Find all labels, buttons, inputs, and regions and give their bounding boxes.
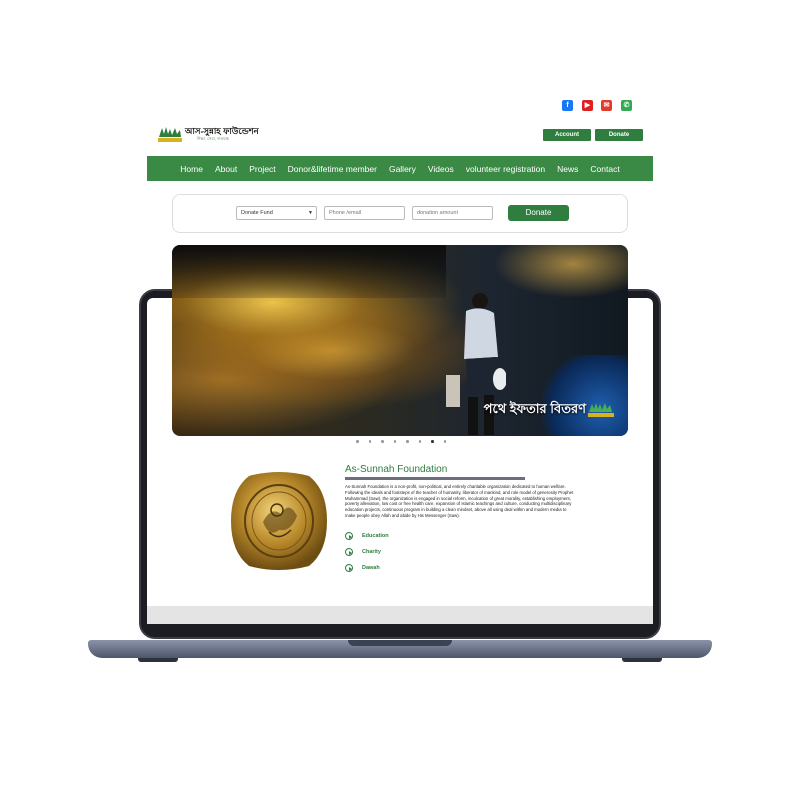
site-logo[interactable]: আস-সুন্নাহ ফাউন্ডেশন শিক্ষা, সেবা, দাওয়… bbox=[157, 125, 259, 143]
nav-home[interactable]: Home bbox=[180, 164, 203, 174]
about-title: As-Sunnah Foundation bbox=[345, 464, 448, 475]
slider-dot[interactable] bbox=[443, 440, 446, 443]
feature-label: Dawah bbox=[362, 565, 380, 571]
facebook-icon[interactable]: f bbox=[562, 100, 573, 111]
slider-dot[interactable] bbox=[418, 440, 421, 443]
nav-gallery[interactable]: Gallery bbox=[389, 164, 416, 174]
phone-icon[interactable]: ✆ bbox=[621, 100, 632, 111]
phone-email-input[interactable]: Phone /email bbox=[324, 206, 405, 220]
nav-donor-lifetime-member[interactable]: Donor&lifetime member bbox=[288, 164, 377, 174]
hero-caption: পথে ইফতার বিতরণ bbox=[483, 401, 586, 416]
hero-background-person bbox=[538, 355, 628, 436]
laptop-foot-right bbox=[622, 658, 662, 662]
feature-education[interactable]: Education bbox=[345, 531, 389, 541]
feature-charity[interactable]: Charity bbox=[345, 547, 381, 557]
fund-select[interactable]: Donate Fund ▼ bbox=[236, 206, 317, 220]
hero-slide-image[interactable]: পথে ইফতার বিতরণ bbox=[172, 245, 628, 436]
logo-mark-icon bbox=[158, 127, 182, 142]
feature-dawah[interactable]: Dawah bbox=[345, 563, 380, 573]
slider-dot[interactable] bbox=[393, 440, 396, 443]
slider-dots bbox=[356, 440, 446, 443]
nav-project[interactable]: Project bbox=[249, 164, 275, 174]
fund-select-value: Donate Fund bbox=[241, 210, 273, 216]
footer-band bbox=[147, 606, 653, 624]
calligraphy-medallion-image bbox=[231, 472, 327, 570]
nav-about[interactable]: About bbox=[215, 164, 237, 174]
hero-bus-roof bbox=[172, 245, 446, 299]
slider-dot[interactable] bbox=[368, 440, 371, 443]
about-title-underline bbox=[345, 477, 525, 480]
chevron-down-icon: ▼ bbox=[308, 210, 313, 216]
nav-videos[interactable]: Videos bbox=[428, 164, 454, 174]
play-circle-icon bbox=[345, 532, 353, 540]
nav-contact[interactable]: Contact bbox=[590, 164, 619, 174]
feature-label: Education bbox=[362, 533, 389, 539]
laptop-foot-left bbox=[138, 658, 178, 662]
youtube-icon[interactable]: ▶ bbox=[582, 100, 593, 111]
about-description: As-Sunnah Foundation is a non-profit, no… bbox=[345, 484, 574, 518]
slider-dot[interactable] bbox=[356, 440, 359, 443]
mail-icon[interactable]: ✉ bbox=[601, 100, 612, 111]
donate-header-button[interactable]: Donate bbox=[595, 129, 643, 141]
hero-watermark-logo bbox=[588, 403, 614, 417]
feature-label: Charity bbox=[362, 549, 381, 555]
donation-amount-input[interactable]: donation amount bbox=[412, 206, 493, 220]
slider-dot-active[interactable] bbox=[431, 440, 434, 443]
donate-submit-button[interactable]: Donate bbox=[508, 205, 569, 221]
main-nav: Home About Project Donor&lifetime member… bbox=[147, 156, 653, 181]
play-circle-icon bbox=[345, 564, 353, 572]
logo-tagline: শিক্ষা, সেবা, দাওয়াহ bbox=[197, 136, 229, 141]
account-button[interactable]: Account bbox=[543, 129, 591, 141]
play-circle-icon bbox=[345, 548, 353, 556]
nav-news[interactable]: News bbox=[557, 164, 578, 174]
mockup-stage: f ▶ ✉ ✆ আস-সুন্নাহ ফাউন্ডেশন শিক্ষা, সেব… bbox=[0, 0, 800, 800]
laptop-opening-lip bbox=[348, 640, 452, 646]
slider-dot[interactable] bbox=[381, 440, 384, 443]
nav-volunteer-registration[interactable]: volunteer registration bbox=[466, 164, 545, 174]
slider-dot[interactable] bbox=[406, 440, 409, 443]
